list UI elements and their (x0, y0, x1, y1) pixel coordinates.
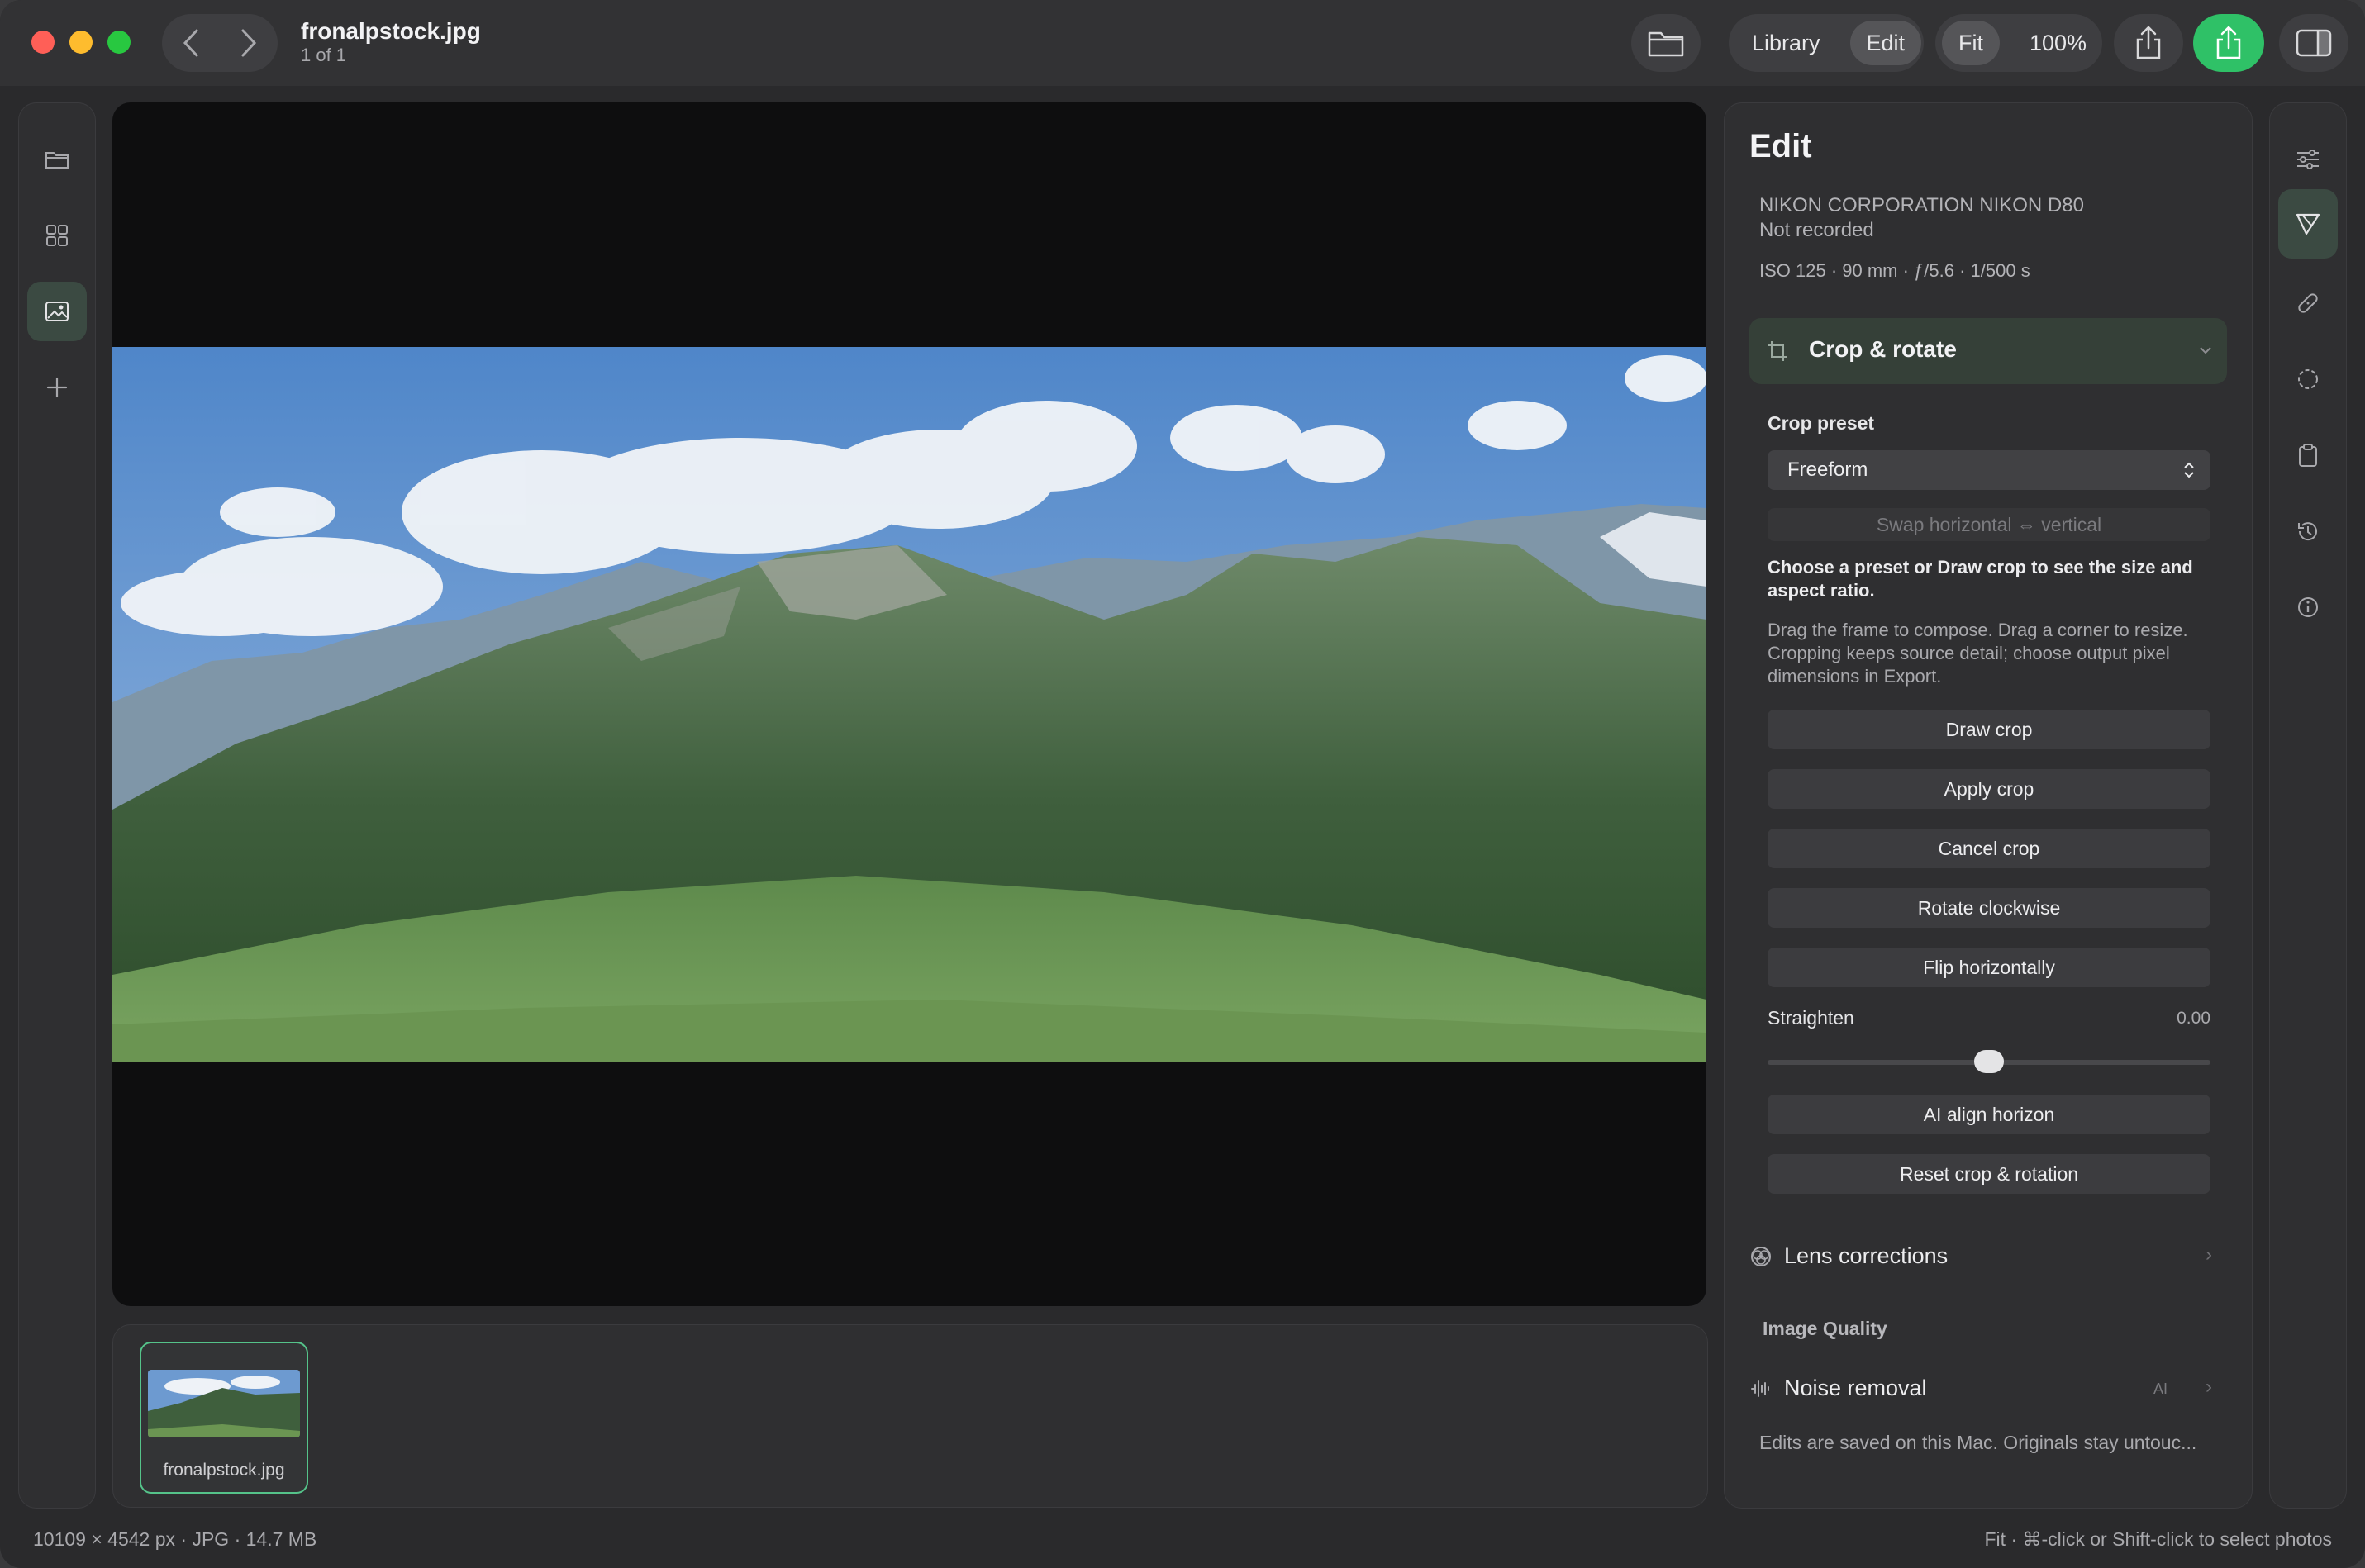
left-sidebar (18, 102, 96, 1509)
noise-removal-row[interactable]: Noise removal AI › (1749, 1364, 2227, 1414)
ai-align-horizon-button[interactable]: AI align horizon (1768, 1095, 2210, 1134)
filmstrip-thumbnail[interactable]: fronalpstock.jpg (140, 1342, 308, 1494)
thumbnail-label: fronalpstock.jpg (163, 1461, 285, 1480)
crop-preset-value: Freeform (1787, 459, 1868, 481)
crop-rotate-title: Crop & rotate (1809, 336, 1957, 362)
open-folder-button[interactable] (1631, 14, 1701, 72)
sliders-icon (2297, 150, 2319, 169)
rotate-clockwise-button[interactable]: Rotate clockwise (1768, 888, 2210, 928)
image-canvas[interactable] (112, 102, 1706, 1306)
crop-hint: Drag the frame to compose. Drag a corner… (1768, 620, 2188, 687)
share-icon (2136, 26, 2161, 59)
navigation-group (162, 14, 278, 72)
library-tab[interactable]: Library (1735, 21, 1837, 65)
export-icon (2216, 26, 2241, 59)
filmstrip: fronalpstock.jpg (112, 1324, 1708, 1508)
mask-tool[interactable] (2278, 349, 2338, 409)
chevron-left-icon (183, 29, 198, 57)
photo-icon (45, 302, 69, 321)
share-button[interactable] (2114, 14, 2183, 72)
thumbnail-image (148, 1370, 300, 1437)
file-title: fronalpstock.jpg (301, 18, 481, 44)
file-position: 1 of 1 (301, 45, 347, 65)
straighten-label: Straighten (1768, 1007, 1854, 1029)
clipboard-tool[interactable] (2278, 425, 2338, 485)
toggle-sidebar-button[interactable] (2279, 14, 2348, 72)
fit-button[interactable]: Fit (1942, 21, 2000, 65)
exposure-info: ISO 125 · 90 mm · ƒ/5.6 · 1/500 s (1759, 260, 2030, 281)
apply-crop-button[interactable]: Apply crop (1768, 769, 2210, 809)
selection-hint-status: Fit · ⌘-click or Shift-click to select p… (1984, 1528, 2333, 1550)
folder-icon (45, 152, 69, 169)
chevron-down-icon (2200, 347, 2211, 354)
tool-rail (2269, 102, 2347, 1509)
back-button[interactable] (162, 14, 220, 72)
edit-panel: Edit NIKON CORPORATION NIKON D80 Not rec… (1724, 102, 2253, 1509)
straighten-slider[interactable] (1768, 1050, 2210, 1073)
aperture-icon (1751, 1247, 1771, 1266)
chevron-right-icon: › (2206, 1376, 2212, 1398)
zoom-window-button[interactable] (107, 31, 131, 54)
triangle-crop-icon (2296, 213, 2320, 235)
history-icon (2298, 522, 2317, 541)
lens-corrections-row[interactable]: Lens corrections › (1749, 1232, 2227, 1281)
view-mode-switch: Library Edit (1729, 14, 1924, 72)
lens-corrections-title: Lens corrections (1784, 1243, 1949, 1268)
grid-icon (46, 225, 68, 246)
chevron-right-icon (241, 29, 257, 57)
crop-preset-label: Crop preset (1768, 412, 1875, 434)
clipboard-icon (2299, 444, 2317, 467)
forward-button[interactable] (220, 14, 278, 72)
crop-hint-bold: Choose a preset or Draw crop to see the … (1768, 557, 2193, 601)
export-button[interactable] (2193, 14, 2264, 72)
healing-tool[interactable] (2278, 273, 2338, 333)
up-down-chevron-icon (2184, 462, 2194, 478)
crop-icon (1768, 341, 1787, 361)
adjustments-tool[interactable] (2278, 130, 2338, 189)
chevron-right-icon: › (2206, 1243, 2212, 1266)
zoom-level-button[interactable]: 100% (2013, 21, 2103, 65)
info-tool[interactable] (2278, 577, 2338, 637)
plus-icon (46, 377, 68, 398)
image-info-status: 10109 × 4542 px · JPG · 14.7 MB (33, 1528, 317, 1550)
folder-icon (1648, 31, 1684, 57)
edits-saved-note: Edits are saved on this Mac. Originals s… (1759, 1432, 2197, 1453)
straighten-value: 0.00 (2177, 1009, 2210, 1028)
title-bar: fronalpstock.jpg 1 of 1 Library Edit Fit… (0, 0, 2365, 86)
bandage-icon (2298, 293, 2318, 313)
edit-tab[interactable]: Edit (1849, 21, 1922, 65)
folders-button[interactable] (27, 130, 87, 189)
reset-crop-button[interactable]: Reset crop & rotation (1768, 1154, 2210, 1194)
grid-view-button[interactable] (27, 206, 87, 265)
history-tool[interactable] (2278, 501, 2338, 561)
crop-tool[interactable] (2278, 189, 2338, 259)
lens-info: Not recorded (1759, 219, 1874, 241)
swap-orientation-button[interactable]: Swap horizontal ⇔ vertical (1768, 508, 2210, 541)
flip-horizontally-button[interactable]: Flip horizontally (1768, 948, 2210, 987)
straighten-slider-knob[interactable] (1974, 1050, 2004, 1073)
camera-model: NIKON CORPORATION NIKON D80 (1759, 194, 2084, 216)
waveform-icon (1751, 1380, 1769, 1397)
sidebar-right-icon (2296, 29, 2332, 57)
noise-removal-title: Noise removal (1784, 1376, 1927, 1400)
minimize-window-button[interactable] (69, 31, 93, 54)
draw-crop-button[interactable]: Draw crop (1768, 710, 2210, 749)
photo-preview[interactable] (112, 347, 1706, 1062)
close-window-button[interactable] (31, 31, 55, 54)
info-icon (2298, 597, 2318, 617)
edit-panel-title: Edit (1749, 128, 1812, 164)
cancel-crop-button[interactable]: Cancel crop (1768, 829, 2210, 868)
ai-badge: AI (2153, 1380, 2168, 1397)
dashed-circle-icon (2298, 369, 2318, 389)
single-photo-button[interactable] (27, 282, 87, 341)
crop-rotate-section-header[interactable]: Crop & rotate (1749, 318, 2227, 384)
zoom-controls: Fit 100% (1935, 14, 2102, 72)
app-window: fronalpstock.jpg 1 of 1 Library Edit Fit… (0, 0, 2365, 1568)
image-quality-label: Image Quality (1763, 1318, 1887, 1339)
crop-preset-select[interactable]: Freeform (1768, 450, 2210, 490)
add-button[interactable] (27, 358, 87, 417)
